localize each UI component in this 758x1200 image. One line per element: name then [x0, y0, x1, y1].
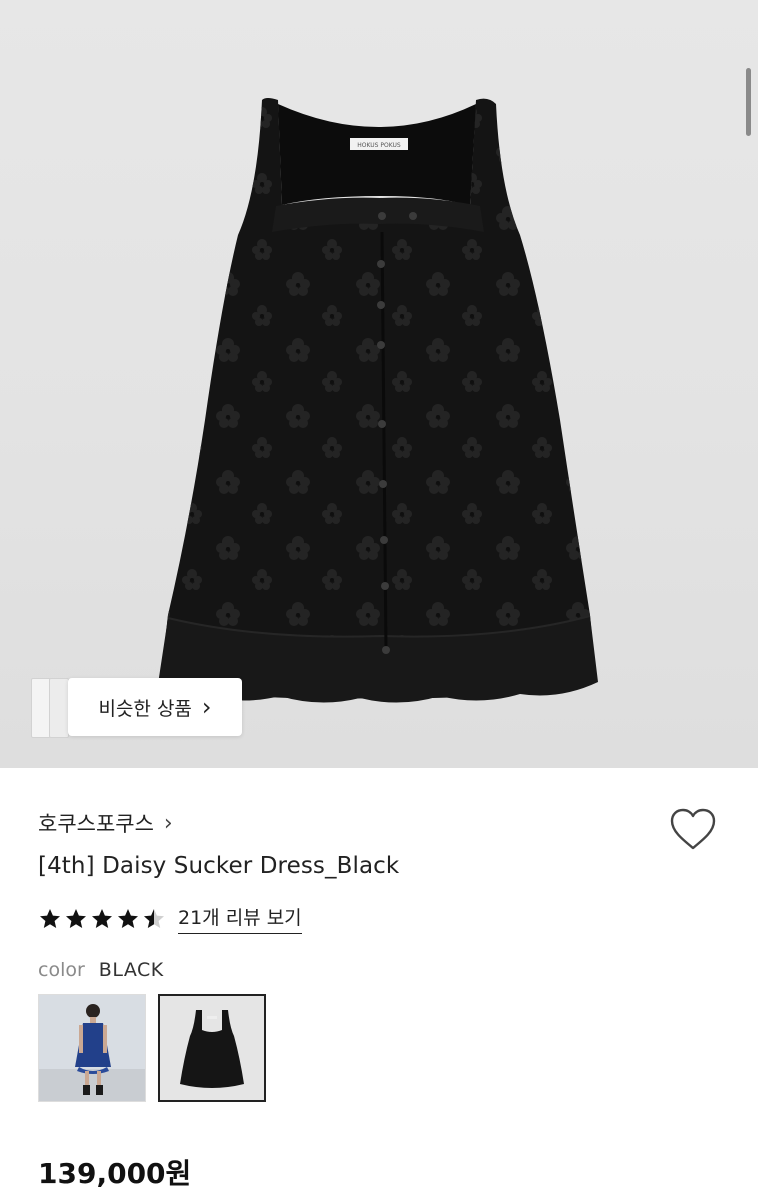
- color-label: color: [38, 959, 85, 981]
- color-option-black[interactable]: [158, 994, 266, 1102]
- dress-thumbnail: [160, 996, 264, 1100]
- model-photo: [39, 995, 145, 1101]
- heart-outline-icon[interactable]: [668, 806, 718, 852]
- dress-photo: HOKUS POKUS: [158, 98, 598, 703]
- star-icon: [40, 908, 60, 928]
- star-icon: [66, 908, 86, 928]
- star-icon: [92, 908, 112, 928]
- review-link[interactable]: 21개 리뷰 보기: [178, 903, 302, 934]
- brand-link[interactable]: 호쿠스포쿠스 ›: [38, 808, 173, 838]
- rating-row: 21개 리뷰 보기: [38, 903, 302, 934]
- similar-thumb-1[interactable]: [31, 678, 51, 738]
- scrollbar[interactable]: [746, 68, 751, 136]
- brand-name: 호쿠스포쿠스: [38, 812, 154, 836]
- color-row: color BLACK: [38, 959, 164, 981]
- product-image[interactable]: HOKUS POKUS 비슷한 상품 ›: [0, 0, 758, 768]
- color-value: BLACK: [98, 959, 164, 981]
- chevron-right-icon: ›: [201, 693, 212, 721]
- star-icon: [118, 908, 138, 928]
- color-swatches: [38, 994, 266, 1102]
- price: 139,000원: [38, 1157, 192, 1190]
- similar-thumb-2[interactable]: [49, 678, 69, 738]
- similar-thumbnails[interactable]: [31, 678, 71, 738]
- similar-products-label: 비슷한 상품: [98, 697, 192, 720]
- chevron-right-icon: ›: [163, 810, 173, 836]
- color-option-blue[interactable]: [38, 994, 146, 1102]
- star-half-icon: [144, 908, 164, 928]
- similar-products-button[interactable]: 비슷한 상품 ›: [68, 678, 242, 736]
- garment-label: HOKUS POKUS: [357, 142, 401, 149]
- product-title: [4th] Daisy Sucker Dress_Black: [38, 853, 400, 879]
- rating-stars: [38, 907, 166, 931]
